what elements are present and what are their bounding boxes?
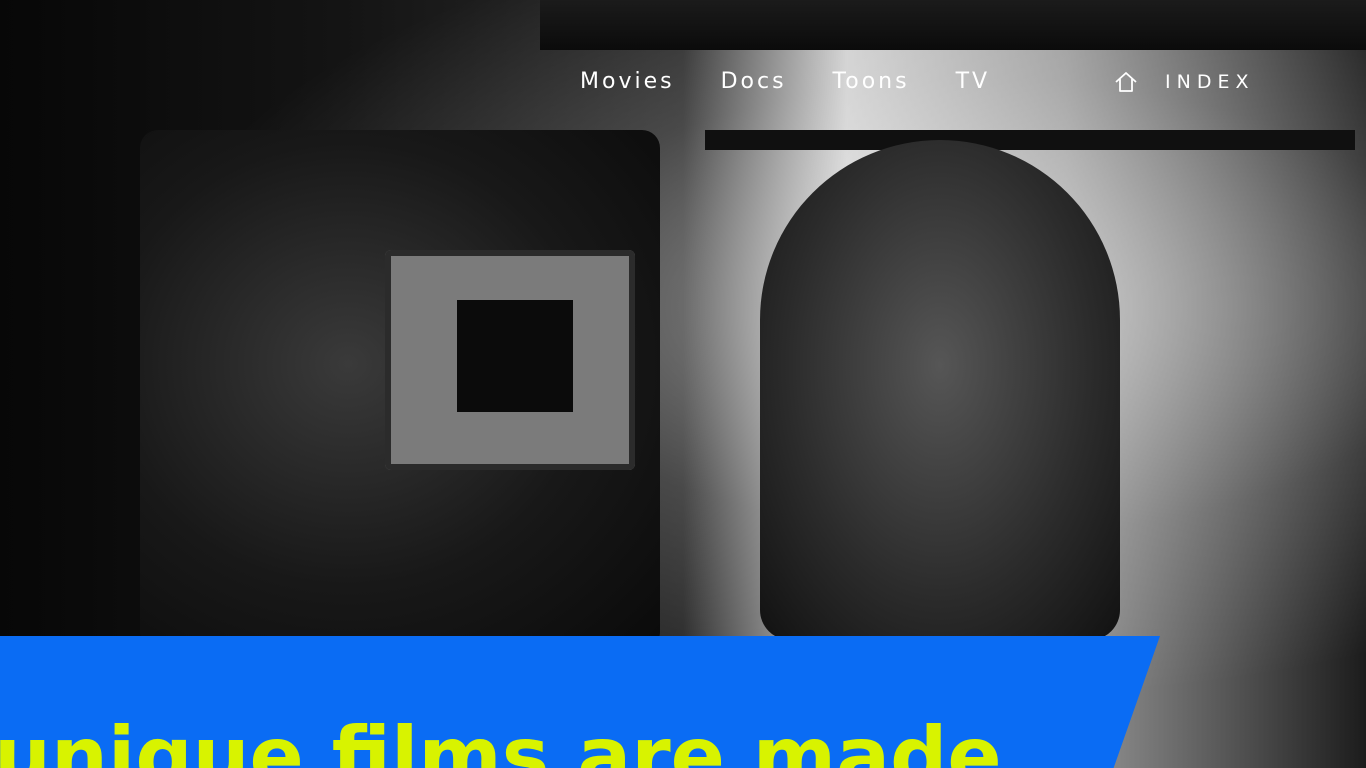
camera-monitor	[385, 250, 635, 470]
home-icon	[1115, 72, 1137, 92]
index-link[interactable]: INDEX	[1113, 68, 1254, 96]
hero-headline: unique films are made	[0, 710, 1002, 768]
nav-movies[interactable]: Movies	[580, 68, 675, 96]
index-label: INDEX	[1165, 71, 1255, 93]
director-figure	[760, 140, 1120, 640]
nav-toons[interactable]: Toons	[833, 68, 910, 96]
main-nav: Movies Docs Toons TV	[580, 68, 1036, 96]
headline-banner: unique films are made	[0, 636, 1160, 768]
door-frame	[705, 130, 1355, 150]
nav-tv[interactable]: TV	[956, 68, 991, 96]
monitor-screen	[457, 300, 573, 412]
ceiling-beam	[540, 0, 1366, 50]
nav-docs[interactable]: Docs	[721, 68, 787, 96]
